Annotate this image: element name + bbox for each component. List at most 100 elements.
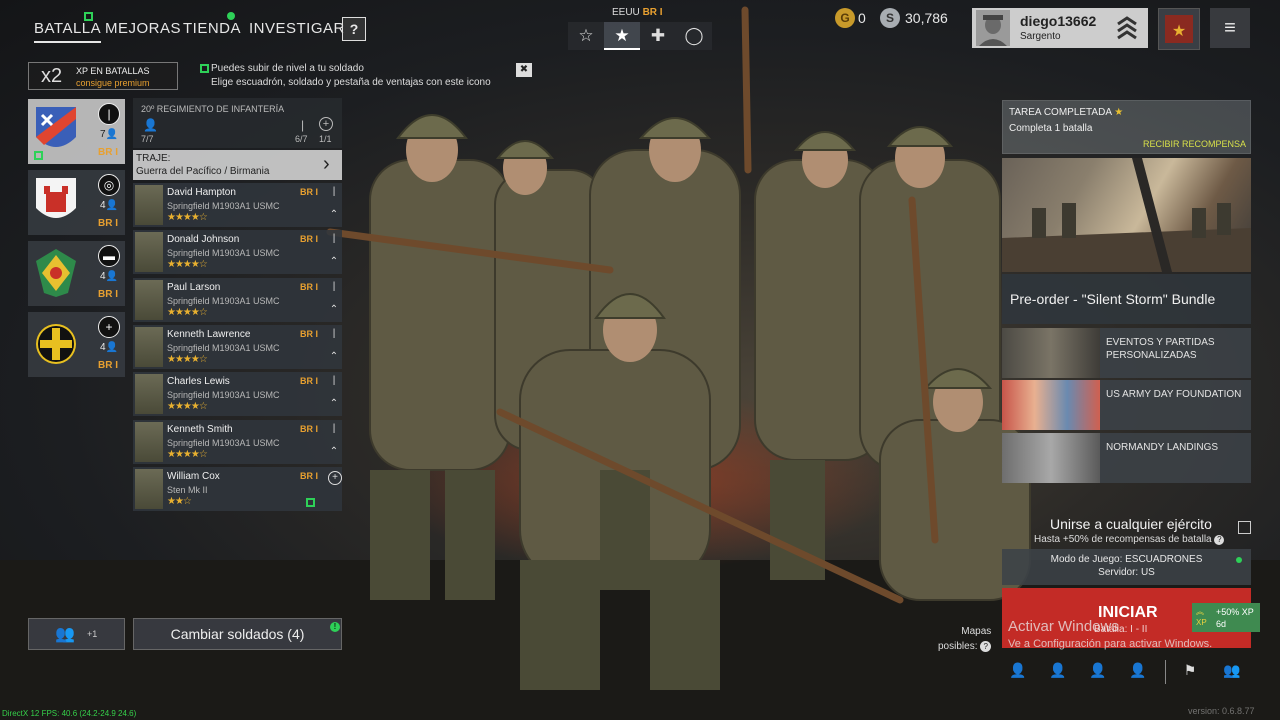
soldier-weapon: Sten Mk II [167,485,208,495]
soldier-row[interactable]: William Cox Sten Mk II ★★☆ BR I + [133,467,342,511]
squad-card-infantry[interactable]: | 7👤 BR I [28,99,125,164]
infantry-regiment-crest-icon [36,107,76,147]
soldier-portrait [135,232,163,272]
soldier-name: Kenneth Lawrence [167,329,251,340]
fps-counter: DirectX 12 FPS: 40.6 (24.2-24.9 24.6) [2,709,137,718]
claim-reward-button[interactable]: RECIBIR RECOMPENSA [1143,139,1246,149]
soldier-row[interactable]: Paul Larson Springfield M1903A1 USMC ★★★★☆… [133,278,342,322]
add-slot-icon[interactable]: + [328,471,342,485]
tab-tienda[interactable]: TIENDA [183,20,241,37]
join-any-army-checkbox[interactable] [1238,521,1251,534]
friends-count: +1 [87,629,98,639]
tank-battalion-crest-icon [36,249,76,297]
chevron-right-icon: › [323,153,330,175]
user-profile-button[interactable]: diego13662 Sargento [972,8,1148,48]
soldier-stars: ★★☆ [167,496,192,507]
level-up-icon [34,151,43,160]
nation-name: EEUU [612,7,640,18]
promo-title[interactable]: Pre-order - "Silent Storm" Bundle [1002,274,1251,324]
squad-count: 4👤 [100,271,119,282]
task-title: TAREA COMPLETADA ★ [1009,107,1124,118]
soldier-br: BR I [300,424,318,434]
change-soldiers-button[interactable]: Cambiar soldados (4) [133,618,342,650]
chevron-up-icon[interactable]: ⌃ [328,398,340,409]
watermark-subtitle: Ve a Configuración para activar Windows. [1008,638,1213,650]
event-label: EVENTOS Y PARTIDAS PERSONALIZADAS [1106,337,1215,361]
svg-text:★: ★ [1172,23,1186,40]
game-mode-label: Modo de Juego: ESCUADRONES [1050,554,1203,565]
tab-batalla[interactable]: BATALLA [34,20,102,43]
squad-card-medic[interactable]: + 4👤 BR I [28,312,125,377]
xp-banner-cta: consigue premium [76,78,150,88]
game-mode-selector[interactable]: Modo de Juego: ESCUADRONES Servidor: US [1002,549,1251,585]
star-outline-icon[interactable]: ☆ [568,22,604,50]
flag-icon[interactable]: ⚑ [1180,662,1200,682]
soldier-br: BR I [300,282,318,292]
soldier-row[interactable]: David Hampton Springfield M1903A1 USMC ★★★… [133,183,342,227]
chevron-up-icon[interactable]: ⌃ [328,209,340,220]
notification-dot-icon [227,12,235,20]
silver-amount: 30,786 [905,10,948,26]
soldier-br: BR I [300,329,318,339]
server-label: Servidor: US [1098,567,1155,578]
chevron-up-icon[interactable]: ⌃ [328,304,340,315]
plus-slot-icon: + [319,117,333,131]
invite-friends-button[interactable]: 👥 +1 [28,618,125,650]
japan-circle-icon[interactable]: ◯ [676,22,712,50]
squad-detail-header: 20º REGIMIENTO DE INFANTERÍA 👤 7/7 | 6/7… [133,98,342,148]
level-up-icon [306,498,315,507]
event-normandy[interactable]: NORMANDY LANDINGS [1002,433,1251,483]
soldier-stars: ★★★★☆ [167,259,208,270]
username: diego13662 [1020,13,1097,29]
hamburger-menu-button[interactable]: ≡ [1210,8,1250,48]
chevron-up-icon[interactable]: ⌃ [328,351,340,362]
xp-premium-banner[interactable]: x2 XP EN BATALLAS consigue premium [28,62,178,90]
rank-badge-icon[interactable]: ★ [1158,8,1200,50]
boost-chevron-icon: ︽ [1196,607,1204,616]
join-any-army-subtitle: Hasta +50% de recompensas de batalla ? [1034,534,1225,545]
squad-br: BR I [98,147,118,158]
add-player-icon[interactable]: 👤 [1088,662,1108,682]
regiment-title: 20º REGIMIENTO DE INFANTERÍA [141,104,285,114]
usa-star-icon[interactable]: ★ [604,22,640,50]
status-dot-icon [1236,557,1242,563]
event-us-army-day[interactable]: US ARMY DAY FOUNDATION [1002,380,1251,430]
help-button[interactable]: ? [342,17,366,41]
soldier-row[interactable]: Kenneth Lawrence Springfield M1903A1 USMC… [133,325,342,369]
hint-line1: Puedes subir de nivel a tu soldado [211,63,364,74]
squad-br: BR I [98,289,118,300]
soldier-weapon: Springfield M1903A1 USMC [167,296,280,306]
chevron-up-icon[interactable]: ⌃ [328,256,340,267]
event-thumbnail-image [1002,433,1100,483]
nation-label: EEUU BR I [612,7,663,18]
outfit-label: TRAJE: [136,153,171,164]
promo-bundle-image[interactable] [1002,158,1251,272]
info-icon[interactable]: ? [980,641,992,652]
new-indicator-icon [84,12,93,21]
add-player-icon[interactable]: 👤 [1128,662,1148,682]
add-player-icon[interactable]: 👤 [1008,662,1028,682]
soldier-row[interactable]: Kenneth Smith Springfield M1903A1 USMC ★★★… [133,420,342,464]
soldier-row[interactable]: Charles Lewis Springfield M1903A1 USMC ★★★… [133,372,342,416]
squad-card-sniper[interactable]: ◎ 4👤 BR I [28,170,125,235]
soldier-br: BR I [300,376,318,386]
outfit-selector[interactable]: TRAJE: Guerra del Pacífico / Birmania › [133,150,342,180]
rifle-slots-count: 6/7 [295,134,308,144]
chevron-up-icon[interactable]: ⌃ [328,446,340,457]
germany-cross-icon[interactable]: ✚ [640,22,676,50]
info-icon[interactable]: ? [1214,535,1225,545]
xp-multiplier: x2 [41,65,63,87]
xp-banner-title: XP EN BATALLAS [76,66,150,76]
close-hint-button[interactable]: ✖ [516,63,532,77]
join-any-army-label: Unirse a cualquier ejército [1050,516,1212,532]
tab-mejoras[interactable]: MEJORAS [105,20,181,37]
event-custom-games[interactable]: EVENTOS Y PARTIDAS PERSONALIZADAS [1002,328,1251,378]
add-player-icon[interactable]: 👤 [1048,662,1068,682]
group-icon[interactable]: 👥 [1222,662,1242,682]
soldier-row[interactable]: Donald Johnson Springfield M1903A1 USMC ★★… [133,230,342,274]
squad-card-tank[interactable]: ▬ 4👤 BR I [28,241,125,306]
maps-line1: Mapas [961,626,992,637]
avatar-icon [976,10,1010,46]
tab-investigar[interactable]: INVESTIGAR [249,20,345,37]
watermark-title: Activar Windows [1008,618,1119,635]
